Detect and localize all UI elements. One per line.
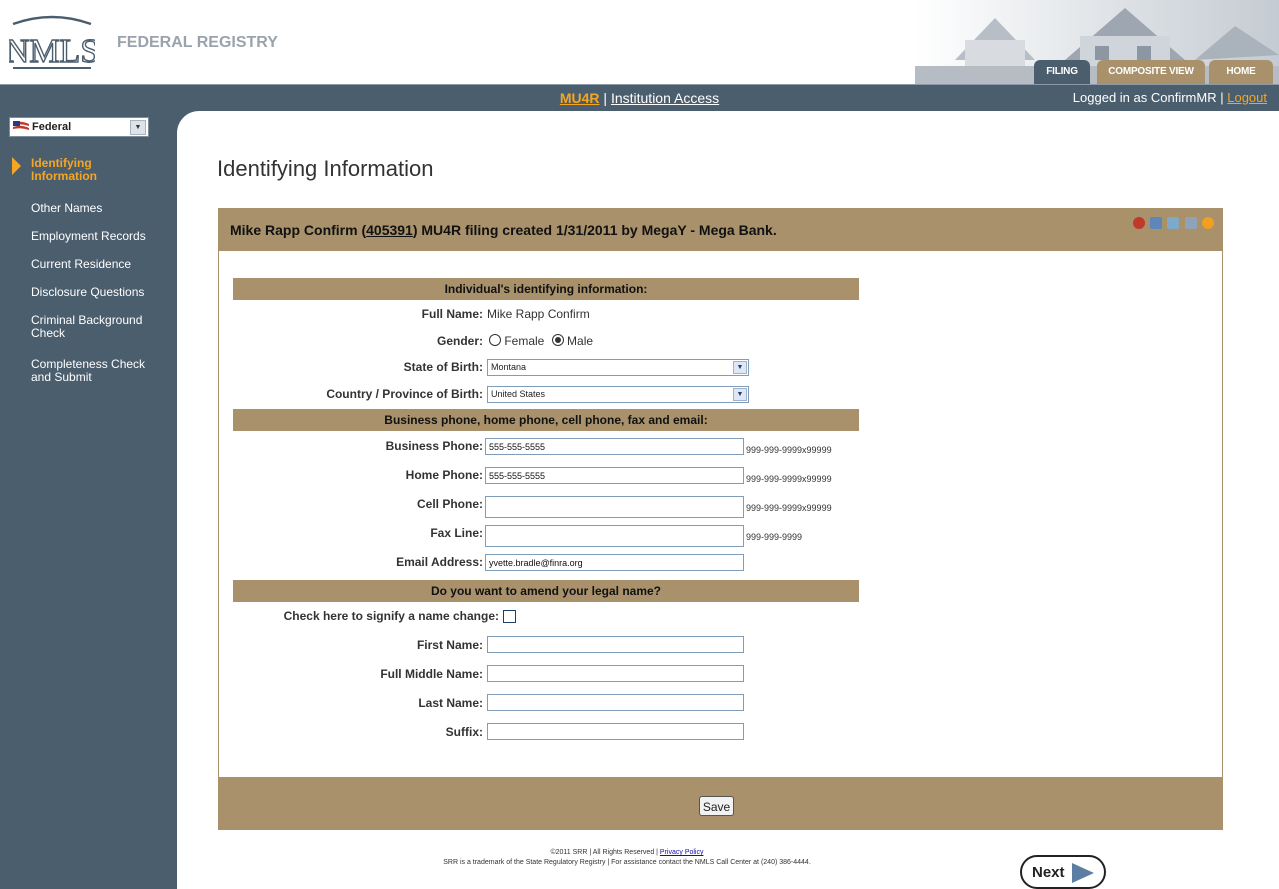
section-contact-header: Business phone, home phone, cell phone, …: [233, 409, 859, 431]
next-button[interactable]: Next: [1020, 855, 1106, 889]
full-name-label: Full Name:: [421, 307, 483, 321]
privacy-policy-link[interactable]: Privacy Policy: [660, 849, 704, 856]
tab-composite-view[interactable]: COMPOSITE VIEW: [1097, 60, 1205, 84]
sidebar-item-current-residence[interactable]: Current Residence: [31, 258, 131, 271]
chevron-down-icon[interactable]: ▼: [733, 361, 747, 374]
state-of-birth-label: State of Birth:: [403, 360, 483, 374]
registry-title: FEDERAL REGISTRY: [117, 34, 278, 51]
svg-text:NMLS: NMLS: [9, 33, 95, 70]
grid-icon[interactable]: [1149, 217, 1162, 229]
business-phone-format: 999-999-9999x99999: [746, 445, 832, 455]
registry-select-label: Federal: [32, 121, 72, 133]
copyright-line: ©2011 SRR | All Rights Reserved | Privac…: [177, 848, 1077, 858]
help-icon[interactable]: [1202, 217, 1214, 229]
individual-id-link[interactable]: 405391: [366, 222, 413, 238]
nmls-logo[interactable]: NMLS: [9, 8, 95, 76]
first-name-input[interactable]: [487, 636, 744, 653]
gender-male-radio[interactable]: [551, 334, 564, 346]
middle-name-input[interactable]: [487, 665, 744, 682]
login-status: Logged in as ConfirmMR | Logout: [1073, 90, 1267, 105]
tab-home[interactable]: HOME: [1209, 60, 1273, 84]
panel-title: Mike Rapp Confirm (405391) MU4R filing c…: [230, 222, 777, 238]
panel-title-prefix: Mike Rapp Confirm (: [230, 222, 367, 238]
gender-female-label: Female: [504, 334, 545, 348]
sidebar-item-employment-records[interactable]: Employment Records: [31, 230, 146, 243]
sidebar: Federal ▼ Identifying Information Other …: [0, 111, 177, 889]
login-separator: |: [1220, 90, 1224, 105]
suffix-label: Suffix:: [445, 725, 483, 739]
gender-female-radio[interactable]: [489, 334, 501, 346]
filing-panel: Mike Rapp Confirm (405391) MU4R filing c…: [218, 208, 1223, 830]
globe-icon[interactable]: [1132, 217, 1145, 229]
email-address-label: Email Address:: [396, 555, 483, 569]
fax-line-format: 999-999-9999: [746, 532, 803, 542]
sidebar-item-completeness-check[interactable]: Completeness Check and Submit: [31, 358, 145, 384]
us-flag-icon: [13, 121, 29, 132]
home-phone-input[interactable]: 555-555-5555: [485, 467, 744, 484]
gender-label: Gender:: [436, 334, 483, 348]
people-icon[interactable]: [1167, 217, 1180, 229]
print-icon[interactable]: [1184, 217, 1197, 229]
gender-options: Female Male: [489, 334, 593, 348]
top-navbar: MU4R | Institution Access Logged in as C…: [0, 85, 1279, 111]
fax-line-label: Fax Line:: [430, 526, 483, 540]
header: NMLS FEDERAL REGISTRY FILING COMPOSITE V…: [0, 0, 1279, 85]
main-content: Identifying Information Mike Rapp Confir…: [177, 111, 1279, 889]
business-phone-label: Business Phone:: [385, 439, 483, 453]
panel-footer: Save: [219, 777, 1222, 829]
business-phone-input[interactable]: 555-555-5555: [485, 438, 744, 455]
logout-link[interactable]: Logout: [1227, 90, 1267, 105]
full-name-value: Mike Rapp Confirm: [487, 307, 590, 321]
sidebar-item-identifying-information[interactable]: Identifying Information: [31, 157, 97, 183]
registry-select[interactable]: Federal ▼: [9, 117, 149, 137]
name-change-checkbox[interactable]: [503, 610, 516, 623]
home-phone-label: Home Phone:: [405, 468, 483, 482]
chevron-down-icon[interactable]: ▼: [130, 120, 146, 135]
institution-access-link[interactable]: Institution Access: [611, 90, 719, 106]
first-name-label: First Name:: [416, 638, 483, 652]
cell-phone-input[interactable]: [485, 496, 744, 518]
arrow-right-icon: [1072, 863, 1094, 883]
copyright-text: ©2011 SRR | All Rights Reserved |: [550, 849, 660, 856]
cell-phone-label: Cell Phone:: [416, 497, 483, 511]
state-of-birth-value: Montana: [491, 362, 527, 372]
sidebar-item-other-names[interactable]: Other Names: [31, 202, 102, 215]
panel-toolbar: [1131, 217, 1214, 232]
section-identifying-header: Individual's identifying information:: [233, 278, 859, 300]
sidebar-item-disclosure-questions[interactable]: Disclosure Questions: [31, 286, 144, 299]
breadcrumb-separator: |: [603, 90, 608, 106]
country-of-birth-select[interactable]: United States ▼: [487, 386, 749, 403]
home-phone-format: 999-999-9999x99999: [746, 474, 832, 484]
last-name-label: Last Name:: [418, 696, 483, 710]
gender-male-label: Male: [567, 334, 594, 348]
section-legal-name-header: Do you want to amend your legal name?: [233, 580, 859, 602]
panel-header: Mike Rapp Confirm (405391) MU4R filing c…: [219, 209, 1222, 251]
logged-in-text: Logged in as ConfirmMR: [1072, 90, 1217, 105]
suffix-input[interactable]: [487, 723, 744, 740]
active-item-arrow-icon: [12, 157, 21, 175]
middle-name-label: Full Middle Name:: [380, 667, 483, 681]
filing-code-link[interactable]: MU4R: [560, 90, 600, 106]
page-footer: ©2011 SRR | All Rights Reserved | Privac…: [177, 848, 1077, 868]
country-of-birth-value: United States: [491, 389, 546, 399]
name-change-label: Check here to signify a name change:: [283, 609, 499, 623]
fax-line-input[interactable]: [485, 525, 744, 547]
email-address-input[interactable]: yvette.bradle@finra.org: [485, 554, 744, 571]
sidebar-item-criminal-background-check[interactable]: Criminal Background Check: [31, 314, 142, 340]
country-of-birth-label: Country / Province of Birth:: [326, 387, 483, 401]
last-name-input[interactable]: [487, 694, 744, 711]
page-title: Identifying Information: [217, 156, 434, 181]
trademark-line: SRR is a trademark of the State Regulato…: [443, 859, 811, 866]
next-label: Next: [1032, 864, 1065, 881]
chevron-down-icon[interactable]: ▼: [733, 388, 747, 401]
tab-filing[interactable]: FILING: [1034, 60, 1090, 84]
state-of-birth-select[interactable]: Montana ▼: [487, 359, 749, 376]
cell-phone-format: 999-999-9999x99999: [746, 503, 832, 513]
save-button[interactable]: Save: [699, 796, 734, 816]
panel-title-suffix: ) MU4R filing created 1/31/2011 by MegaY…: [412, 222, 777, 238]
